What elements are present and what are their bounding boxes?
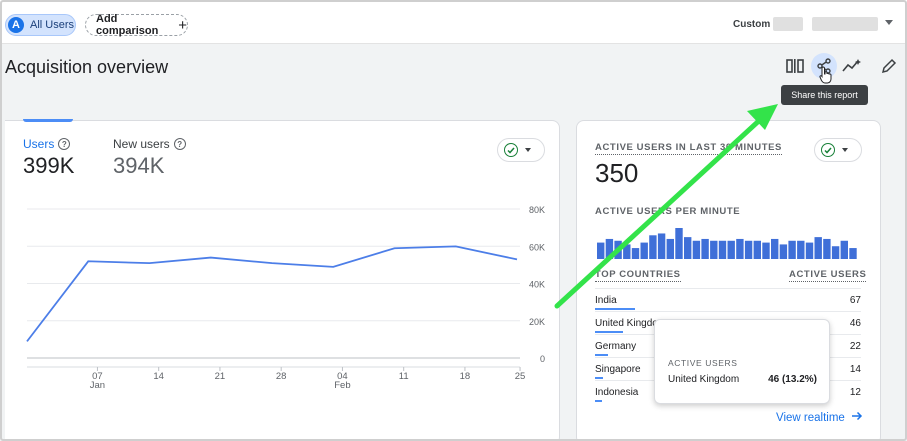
minute-bar[interactable] xyxy=(779,244,788,259)
country-name: India xyxy=(595,295,617,306)
active-users-header: ACTIVE USERS xyxy=(789,269,867,282)
minute-bar[interactable] xyxy=(805,242,814,259)
minute-bar[interactable] xyxy=(823,238,831,259)
country-share-bar xyxy=(595,400,602,402)
minute-bar[interactable] xyxy=(692,240,701,259)
minute-bar[interactable] xyxy=(762,242,770,259)
minute-bar[interactable] xyxy=(675,228,683,259)
country-active-users: 22 xyxy=(849,341,861,352)
tooltip-value: 46 (13.2%) xyxy=(768,374,817,385)
minute-bar[interactable] xyxy=(605,238,614,259)
country-active-users: 46 xyxy=(849,318,861,329)
minute-bar[interactable] xyxy=(657,233,666,259)
minute-bar[interactable] xyxy=(744,240,753,259)
minute-bar[interactable] xyxy=(736,238,744,259)
countries-header: TOP COUNTRIES xyxy=(595,269,681,282)
country-hover-tooltip: ACTIVE USERS United Kingdom 46 (13.2%) xyxy=(654,319,830,404)
minute-bar[interactable] xyxy=(753,240,761,259)
minute-bar[interactable] xyxy=(718,240,727,259)
minute-bar[interactable] xyxy=(771,238,779,259)
country-active-users: 12 xyxy=(849,387,861,398)
country-name: Indonesia xyxy=(595,387,639,398)
country-share-bar xyxy=(595,354,608,356)
minute-bar[interactable] xyxy=(788,240,796,259)
country-name: Germany xyxy=(595,341,637,352)
minute-bar[interactable] xyxy=(597,242,605,259)
country-active-users: 14 xyxy=(849,364,861,375)
minute-bar[interactable] xyxy=(849,248,857,259)
country-name: Singapore xyxy=(595,364,641,375)
minute-bar[interactable] xyxy=(631,248,640,259)
minute-bar[interactable] xyxy=(614,240,622,259)
tooltip-country: United Kingdom xyxy=(668,374,740,385)
minute-bar[interactable] xyxy=(701,238,709,259)
minute-bar[interactable] xyxy=(710,240,718,259)
minute-bar[interactable] xyxy=(727,240,735,259)
minute-bar[interactable] xyxy=(623,244,631,259)
minute-bar[interactable] xyxy=(840,240,848,259)
country-active-users: 67 xyxy=(849,295,861,306)
country-row[interactable]: India 67 xyxy=(595,288,861,311)
minute-bar[interactable] xyxy=(684,237,692,259)
minute-bar[interactable] xyxy=(640,242,648,259)
minute-bar[interactable] xyxy=(797,240,805,259)
minute-bar[interactable] xyxy=(666,238,674,259)
minute-bar[interactable] xyxy=(649,235,657,259)
country-share-bar xyxy=(595,377,603,379)
view-realtime-label: View realtime xyxy=(776,411,845,424)
country-share-bar xyxy=(595,308,635,310)
tooltip-kicker: ACTIVE USERS xyxy=(668,358,738,368)
share-tooltip: Share this report xyxy=(781,85,868,105)
minute-bar[interactable] xyxy=(831,246,840,259)
country-share-bar xyxy=(595,331,623,333)
hand-cursor-icon xyxy=(819,66,832,84)
arrow-right-icon xyxy=(851,411,863,424)
minute-bar[interactable] xyxy=(814,237,822,259)
view-realtime-link[interactable]: View realtime xyxy=(776,411,863,424)
